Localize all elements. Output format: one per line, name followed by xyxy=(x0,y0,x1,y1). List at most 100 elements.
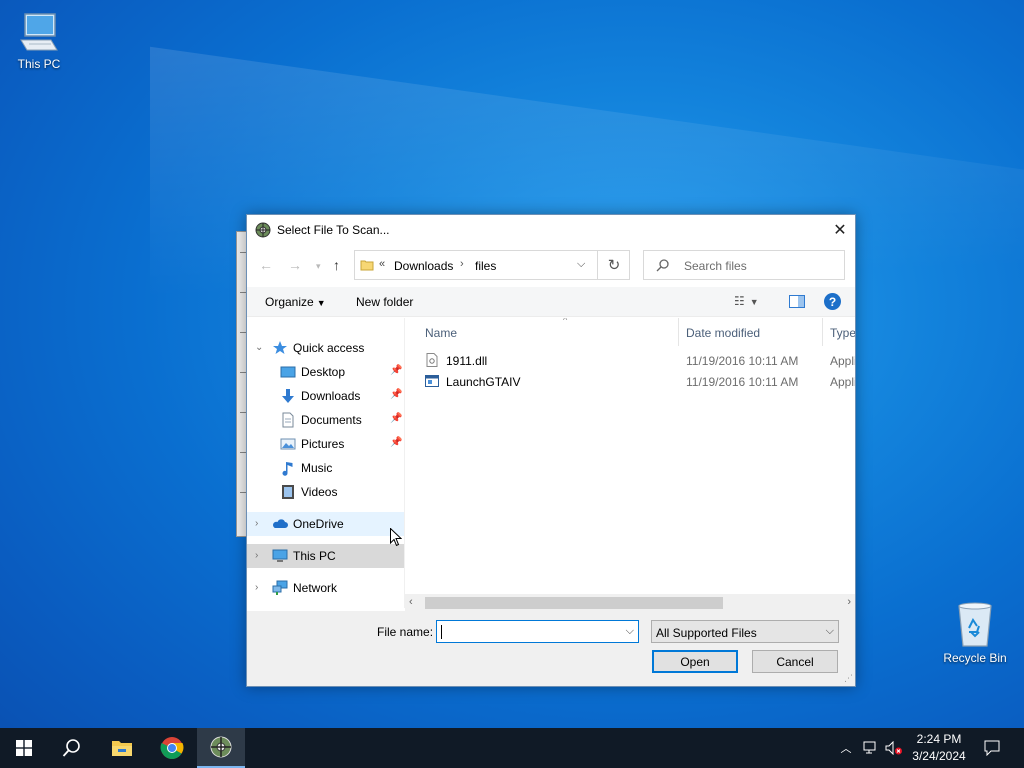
scroll-left-icon[interactable]: ‹ xyxy=(409,596,413,608)
taskbar-scanner-app[interactable] xyxy=(197,728,245,768)
column-separator[interactable] xyxy=(822,318,823,346)
network-icon xyxy=(272,580,288,595)
chevron-down-icon[interactable]: ⌄ xyxy=(255,342,263,353)
open-button[interactable]: Open xyxy=(652,650,738,673)
chevron-right-icon[interactable]: › xyxy=(255,518,258,529)
preview-pane-button[interactable] xyxy=(789,295,805,311)
nav-item-label: Downloads xyxy=(301,389,361,403)
notification-icon xyxy=(984,740,1000,756)
file-type: Appli xyxy=(830,354,855,368)
nav-item-documents[interactable]: Documents 📌 xyxy=(247,408,404,432)
scroll-right-icon[interactable]: › xyxy=(847,596,851,608)
organize-button[interactable]: Organize ▼ xyxy=(265,295,326,309)
column-header-type[interactable]: Type xyxy=(830,318,855,346)
horizontal-scrollbar[interactable]: ‹ › xyxy=(405,594,855,611)
help-button[interactable]: ? xyxy=(824,293,841,310)
desktop-icon-this-pc[interactable]: This PC xyxy=(1,10,77,71)
refresh-icon: ↻ xyxy=(607,257,621,274)
scanner-app-icon xyxy=(255,222,271,238)
scrollbar-thumb[interactable] xyxy=(425,597,723,609)
chevron-down-icon: ▼ xyxy=(316,298,326,308)
desktop-icon-recycle-bin[interactable]: Recycle Bin xyxy=(937,600,1013,665)
nav-item-label: Music xyxy=(301,461,333,475)
nav-item-music[interactable]: Music xyxy=(247,456,404,480)
recent-locations-chevron-icon[interactable]: ▾ xyxy=(316,261,321,272)
recycle-bin-icon xyxy=(958,602,992,647)
refresh-button[interactable]: ↻ xyxy=(597,250,630,280)
file-row[interactable]: 1911.dll 11/19/2016 10:11 AM Appli xyxy=(405,350,855,371)
start-button[interactable] xyxy=(0,728,48,768)
address-overflow-icon[interactable]: « xyxy=(379,258,385,270)
chevron-down-icon[interactable]: ⌵ xyxy=(626,625,634,638)
search-icon xyxy=(62,739,80,757)
download-icon xyxy=(282,389,294,403)
breadcrumb-files[interactable]: files xyxy=(475,259,496,273)
nav-item-this-pc[interactable]: › This PC xyxy=(247,544,404,568)
chevron-right-icon[interactable]: › xyxy=(255,550,258,561)
search-input[interactable]: Search files xyxy=(643,250,845,280)
windows-logo-icon xyxy=(16,740,32,756)
taskbar-file-explorer[interactable] xyxy=(98,728,146,768)
desktop-icon-label: This PC xyxy=(17,57,61,71)
taskbar-search-button[interactable] xyxy=(48,728,96,768)
pin-icon: 📌 xyxy=(390,413,403,424)
close-button[interactable]: ✕ xyxy=(825,215,855,245)
change-view-button[interactable]: ☷ ▼ xyxy=(734,294,759,308)
file-type-filter-value: All Supported Files xyxy=(656,626,757,640)
pin-icon: 📌 xyxy=(390,437,403,448)
organize-label: Organize xyxy=(265,295,314,309)
nav-item-label: Desktop xyxy=(301,365,346,379)
new-folder-button[interactable]: New folder xyxy=(356,295,413,309)
file-name-label: File name: xyxy=(377,625,434,639)
taskbar-chrome[interactable] xyxy=(148,728,196,768)
nav-item-label: Videos xyxy=(301,485,338,499)
video-icon xyxy=(282,485,294,499)
breadcrumb-chevron-icon[interactable]: › xyxy=(460,258,464,270)
show-hidden-icons-button[interactable]: ︿ xyxy=(836,728,856,768)
nav-item-label: This PC xyxy=(293,549,336,563)
forward-arrow-icon[interactable]: → xyxy=(288,257,302,273)
file-list: Name ^ Date modified Type 1911.dll 11/19… xyxy=(405,318,855,614)
chevron-right-icon[interactable]: › xyxy=(255,582,258,593)
nav-item-onedrive[interactable]: › OneDrive xyxy=(247,512,404,536)
dialog-title: Select File To Scan... xyxy=(277,223,390,237)
dialog-titlebar[interactable]: Select File To Scan... ✕ xyxy=(247,215,855,246)
nav-item-network[interactable]: › Network xyxy=(247,576,404,600)
chevron-up-icon: ︿ xyxy=(840,743,852,755)
nav-item-downloads[interactable]: Downloads 📌 xyxy=(247,384,404,408)
sort-ascending-icon: ^ xyxy=(563,318,568,325)
resize-grip-icon[interactable]: ⋰ xyxy=(844,673,853,684)
nav-item-pictures[interactable]: Pictures 📌 xyxy=(247,432,404,456)
breadcrumb-downloads[interactable]: Downloads xyxy=(394,259,453,273)
nav-item-videos[interactable]: Videos xyxy=(247,480,404,504)
nav-item-quick-access[interactable]: ⌄ Quick access xyxy=(247,336,404,360)
volume-button[interactable] xyxy=(883,728,905,768)
nav-item-desktop[interactable]: Desktop 📌 xyxy=(247,360,404,384)
this-pc-icon xyxy=(20,13,58,51)
back-arrow-icon[interactable]: ← xyxy=(259,257,273,273)
column-header-name[interactable]: Name ^ xyxy=(425,318,679,346)
column-header-date-modified[interactable]: Date modified xyxy=(686,318,822,346)
column-separator[interactable] xyxy=(678,318,679,346)
taskbar-clock[interactable]: 2:24 PM 3/24/2024 xyxy=(906,731,972,765)
cancel-button[interactable]: Cancel xyxy=(752,650,838,673)
file-row[interactable]: LaunchGTAIV 11/19/2016 10:11 AM Appli xyxy=(405,371,855,392)
desktop-icon xyxy=(280,366,296,378)
file-date: 11/19/2016 10:11 AM xyxy=(686,375,799,389)
scanner-app-icon xyxy=(210,736,232,758)
clock-date: 3/24/2024 xyxy=(912,749,966,763)
address-bar[interactable]: « Downloads › files ⌵ xyxy=(354,250,630,280)
network-status-button[interactable] xyxy=(860,728,882,768)
up-arrow-icon[interactable]: ↑ xyxy=(333,257,340,273)
file-type-filter[interactable]: All Supported Files ⌵ xyxy=(651,620,839,643)
address-dropdown-chevron-icon[interactable]: ⌵ xyxy=(577,258,585,271)
action-center-button[interactable] xyxy=(980,728,1004,768)
cloud-icon xyxy=(273,519,288,528)
navigation-pane: ⌄ Quick access Desktop 📌 Downloads 📌 Doc… xyxy=(247,318,404,608)
file-open-dialog: Select File To Scan... ✕ ← → ▾ ↑ « Downl… xyxy=(246,214,856,687)
command-toolbar: Organize ▼ New folder ☷ ▼ ? xyxy=(247,287,855,317)
dialog-footer: File name: ⌵ All Supported Files ⌵ Open … xyxy=(247,611,855,686)
picture-icon xyxy=(280,438,296,450)
chevron-down-icon: ⌵ xyxy=(825,625,834,637)
file-name-field[interactable]: ⌵ xyxy=(436,620,639,643)
